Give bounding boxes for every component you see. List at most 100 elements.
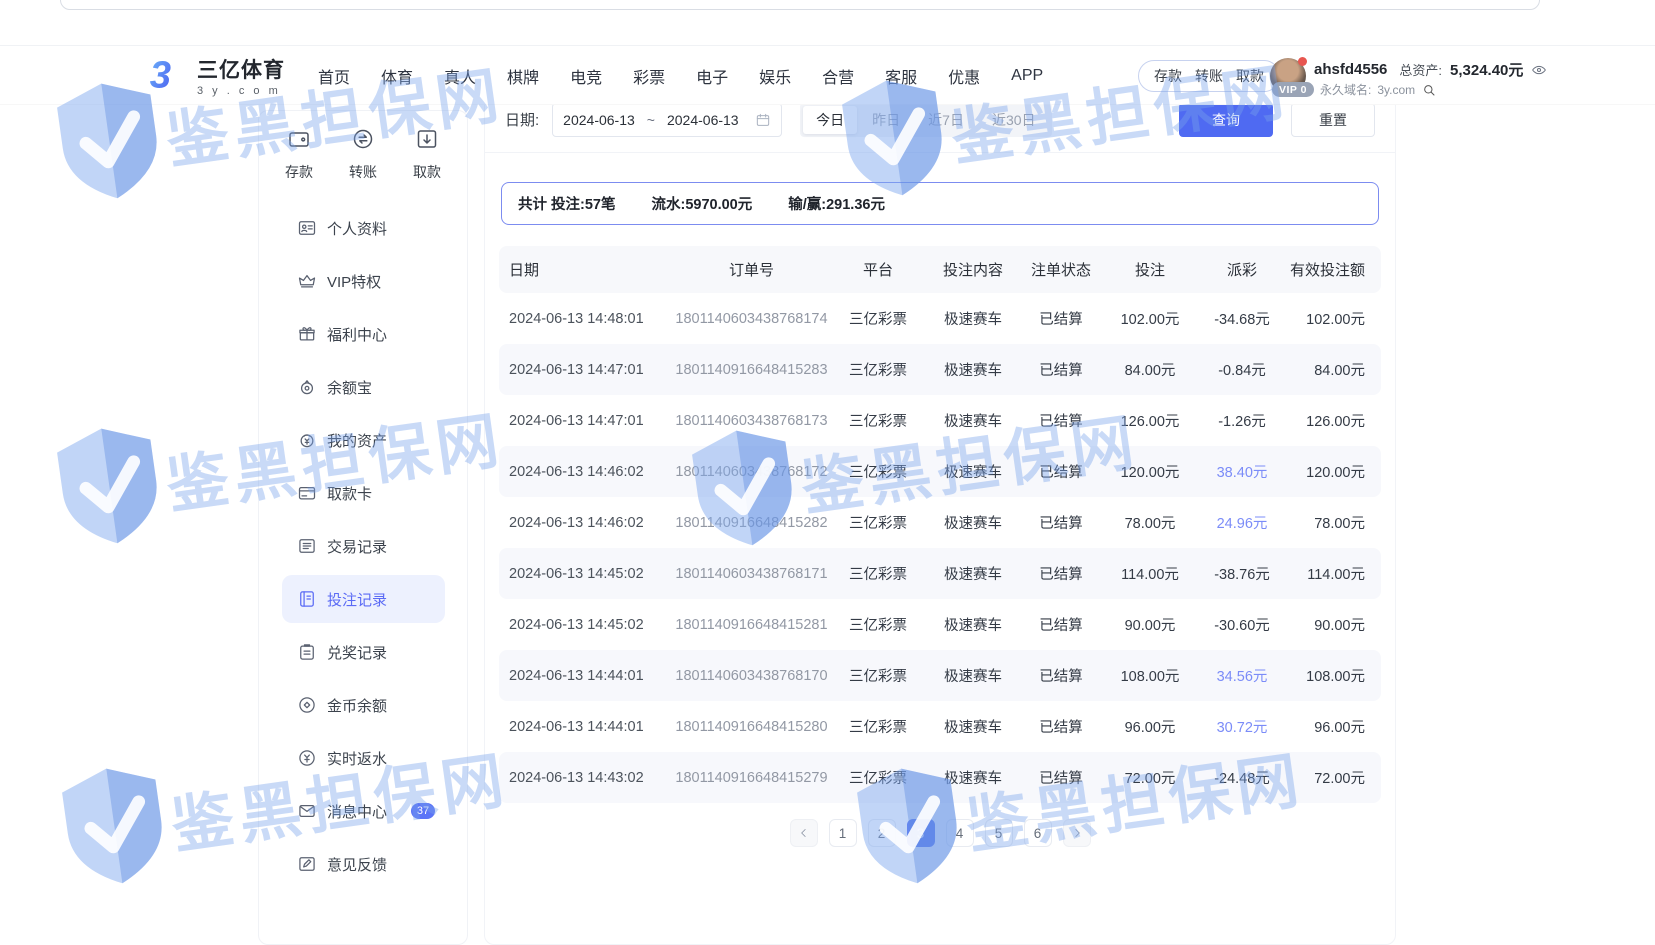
- cell-payout: -1.26元: [1196, 410, 1288, 431]
- search-icon[interactable]: [1421, 82, 1437, 98]
- profile-icon: [297, 218, 317, 238]
- sidebar-item[interactable]: 兑奖记录: [282, 628, 445, 676]
- page-button[interactable]: 2: [868, 819, 896, 847]
- wallet-actions: 存款转账取款: [1138, 60, 1280, 92]
- nav-item[interactable]: APP: [1011, 67, 1043, 85]
- sidebar-item[interactable]: 金币余额: [282, 681, 445, 729]
- table-row: 2024-06-13 14:44:011801140603438768170三亿…: [499, 650, 1381, 701]
- cell-order-number: 1801140603438768171: [675, 566, 828, 582]
- withdraw-icon: [415, 127, 439, 156]
- svg-text:3: 3: [150, 53, 171, 96]
- cell-date: 2024-06-13 14:45:02: [499, 566, 675, 582]
- sidebar-item[interactable]: 取款卡: [282, 469, 445, 517]
- cell-valid-bet: 96.00元: [1288, 716, 1383, 737]
- cell-status: 已结算: [1018, 767, 1104, 788]
- nav-item[interactable]: 娱乐: [759, 64, 791, 88]
- page-button[interactable]: 1: [829, 819, 857, 847]
- reset-button[interactable]: 重置: [1291, 103, 1375, 137]
- cell-valid-bet: 90.00元: [1288, 614, 1383, 635]
- sidebar-item[interactable]: 投注记录: [282, 575, 445, 623]
- sidebar-quick-withdraw[interactable]: 取款: [413, 127, 441, 182]
- cell-status: 已结算: [1018, 461, 1104, 482]
- cell-payout: -34.68元: [1196, 308, 1288, 329]
- cell-payout: 38.40元: [1196, 461, 1288, 482]
- cell-status: 已结算: [1018, 563, 1104, 584]
- nav-item[interactable]: 优惠: [948, 64, 980, 88]
- sidebar-item[interactable]: VIP特权: [282, 257, 445, 305]
- nav-item[interactable]: 体育: [381, 64, 413, 88]
- cell-platform: 三亿彩票: [828, 410, 928, 431]
- column-header: 订单号: [675, 259, 828, 280]
- cell-platform: 三亿彩票: [828, 716, 928, 737]
- sidebar-quick-deposit[interactable]: 存款: [285, 127, 313, 182]
- table-row: 2024-06-13 14:47:011801140916648415283三亿…: [499, 344, 1381, 395]
- wallet-action-button[interactable]: 取款: [1236, 66, 1264, 86]
- cell-valid-bet: 120.00元: [1288, 461, 1383, 482]
- date-range-picker[interactable]: 2024-06-13 ~ 2024-06-13: [552, 103, 782, 137]
- cell-date: 2024-06-13 14:47:01: [499, 362, 675, 378]
- page-button[interactable]: 3: [907, 819, 935, 847]
- deposit-icon: [287, 127, 311, 156]
- nav-item[interactable]: 彩票: [633, 64, 665, 88]
- cell-order-number: 1801140603438768172: [675, 464, 828, 480]
- cell-payout: 30.72元: [1196, 716, 1288, 737]
- quick-filter-button[interactable]: 昨日: [859, 106, 913, 134]
- page-button[interactable]: 5: [985, 819, 1013, 847]
- cell-order-number: 1801140603438768174: [675, 311, 828, 327]
- cell-bet-content: 极速赛车: [928, 359, 1018, 380]
- cell-status: 已结算: [1018, 308, 1104, 329]
- cell-payout: 24.96元: [1196, 512, 1288, 533]
- assets-value: 5,324.40元: [1450, 59, 1523, 80]
- quick-filter-button[interactable]: 近7日: [915, 106, 977, 134]
- prev-page-button[interactable]: [790, 819, 818, 847]
- sidebar-item[interactable]: 余额宝: [282, 363, 445, 411]
- sidebar-item[interactable]: 实时返水: [282, 734, 445, 782]
- sidebar-item[interactable]: 交易记录: [282, 522, 445, 570]
- sidebar-item[interactable]: 意见反馈: [282, 840, 445, 888]
- cell-platform: 三亿彩票: [828, 308, 928, 329]
- table-row: 2024-06-13 14:46:021801140603438768172三亿…: [499, 446, 1381, 497]
- nav-item[interactable]: 棋牌: [507, 64, 539, 88]
- wallet-action-button[interactable]: 转账: [1195, 66, 1223, 86]
- sidebar-item-label: 兑奖记录: [327, 642, 387, 663]
- nav-item[interactable]: 合营: [822, 64, 854, 88]
- cell-bet-amount: 96.00元: [1104, 716, 1196, 737]
- watermark-shield-icon: [48, 417, 171, 559]
- sidebar-quick-transfer[interactable]: 转账: [349, 127, 377, 182]
- cell-platform: 三亿彩票: [828, 359, 928, 380]
- nav-item[interactable]: 电子: [696, 64, 728, 88]
- page-button[interactable]: 6: [1024, 819, 1052, 847]
- sidebar-item[interactable]: 我的资产: [282, 416, 445, 464]
- eye-icon[interactable]: [1531, 62, 1547, 78]
- cell-bet-content: 极速赛车: [928, 767, 1018, 788]
- sidebar-item-label: VIP特权: [327, 271, 381, 292]
- wallet-action-button[interactable]: 存款: [1154, 66, 1182, 86]
- sidebar-item[interactable]: 个人资料: [282, 204, 445, 252]
- welfare-icon: [297, 324, 317, 344]
- nav-item[interactable]: 客服: [885, 64, 917, 88]
- nav-item[interactable]: 电竞: [570, 64, 602, 88]
- sidebar-item[interactable]: 福利中心: [282, 310, 445, 358]
- quick-filter-button[interactable]: 今日: [803, 106, 857, 134]
- sidebar-item-label: 个人资料: [327, 218, 387, 239]
- logo-mark-icon: 3: [145, 53, 189, 97]
- site-logo[interactable]: 3 三亿体育 3 y . c o m: [145, 53, 285, 97]
- table-row: 2024-06-13 14:48:011801140603438768174三亿…: [499, 293, 1381, 344]
- search-button[interactable]: 查询: [1179, 103, 1273, 137]
- next-page-button[interactable]: [1063, 819, 1091, 847]
- cell-payout: 34.56元: [1196, 665, 1288, 686]
- cell-order-number: 1801140916648415281: [675, 617, 828, 633]
- table-header-row: 日期订单号平台投注内容注单状态投注派彩有效投注额: [499, 246, 1381, 293]
- card-icon: [297, 483, 317, 503]
- sidebar-item[interactable]: 消息中心37: [282, 787, 445, 835]
- table-row: 2024-06-13 14:44:011801140916648415280三亿…: [499, 701, 1381, 752]
- cell-bet-content: 极速赛车: [928, 461, 1018, 482]
- quick-filter-button[interactable]: 近30日: [979, 106, 1049, 134]
- feedback-icon: [297, 854, 317, 874]
- nav-item[interactable]: 真人: [444, 64, 476, 88]
- page-button[interactable]: 4: [946, 819, 974, 847]
- summary-bar: 共计 投注:57笔 流水:5970.00元 输/赢:291.36元: [501, 182, 1379, 225]
- nav-item[interactable]: 首页: [318, 64, 350, 88]
- assets-icon: [297, 430, 317, 450]
- cell-payout: -30.60元: [1196, 614, 1288, 635]
